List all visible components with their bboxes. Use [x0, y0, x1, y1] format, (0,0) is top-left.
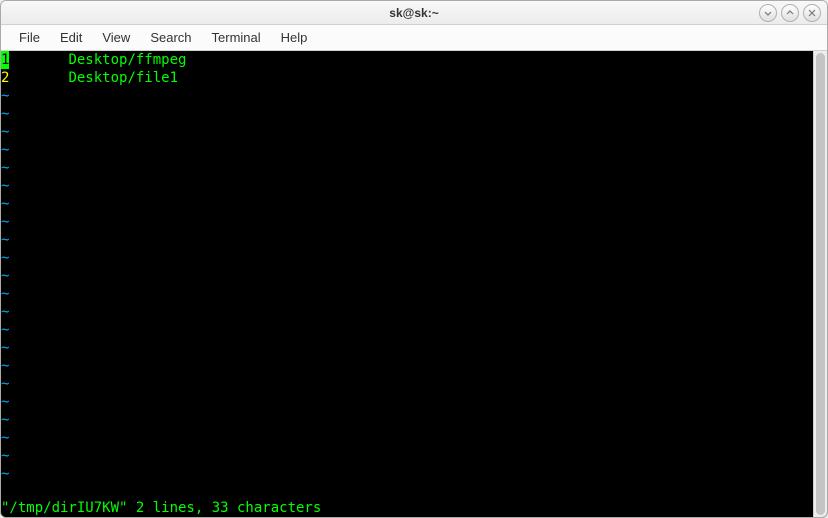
tilde-line: ~	[1, 141, 813, 159]
editor-line: 2 Desktop/file1	[1, 69, 813, 87]
menu-edit[interactable]: Edit	[50, 26, 92, 49]
tilde-line: ~	[1, 447, 813, 465]
scrollbar[interactable]	[813, 51, 827, 517]
line-number: 2	[1, 69, 9, 87]
tilde-line: ~	[1, 465, 813, 483]
tilde-line: ~	[1, 429, 813, 447]
tilde-line: ~	[1, 213, 813, 231]
scrollbar-thumb[interactable]	[816, 53, 825, 515]
tilde-line: ~	[1, 177, 813, 195]
close-button[interactable]	[803, 4, 821, 22]
tilde-line: ~	[1, 195, 813, 213]
tilde-line: ~	[1, 357, 813, 375]
menubar: File Edit View Search Terminal Help	[1, 25, 827, 51]
menu-terminal[interactable]: Terminal	[202, 26, 271, 49]
window-controls	[759, 4, 821, 22]
line-content: Desktop/file1	[68, 69, 178, 87]
tilde-line: ~	[1, 393, 813, 411]
tilde-line: ~	[1, 375, 813, 393]
tilde-line: ~	[1, 303, 813, 321]
terminal[interactable]: 1 Desktop/ffmpeg 2 Desktop/file1 ~ ~ ~ ~…	[1, 51, 813, 517]
tilde-line: ~	[1, 285, 813, 303]
tilde-line: ~	[1, 411, 813, 429]
maximize-button[interactable]	[781, 4, 799, 22]
tilde-line: ~	[1, 105, 813, 123]
tilde-line: ~	[1, 159, 813, 177]
tilde-line: ~	[1, 267, 813, 285]
minimize-button[interactable]	[759, 4, 777, 22]
window-frame: sk@sk:~ File Edit View Search Term	[0, 0, 828, 518]
editor-line: 1 Desktop/ffmpeg	[1, 51, 813, 69]
menu-help[interactable]: Help	[271, 26, 318, 49]
tilde-line: ~	[1, 123, 813, 141]
menu-file[interactable]: File	[9, 26, 50, 49]
tilde-line: ~	[1, 339, 813, 357]
minimize-icon	[763, 8, 773, 18]
tilde-line: ~	[1, 321, 813, 339]
tilde-line: ~	[1, 87, 813, 105]
close-icon	[807, 8, 817, 18]
tilde-line: ~	[1, 249, 813, 267]
line-number-cursor: 1	[1, 51, 9, 69]
maximize-icon	[785, 8, 795, 18]
status-line: "/tmp/dirIU7KW" 2 lines, 33 characters	[1, 499, 813, 517]
menu-search[interactable]: Search	[140, 26, 201, 49]
tilde-line: ~	[1, 231, 813, 249]
line-gap	[9, 51, 68, 69]
menu-view[interactable]: View	[92, 26, 140, 49]
titlebar: sk@sk:~	[1, 1, 827, 25]
window-title: sk@sk:~	[389, 6, 438, 20]
line-content: Desktop/ffmpeg	[68, 51, 186, 69]
terminal-area: 1 Desktop/ffmpeg 2 Desktop/file1 ~ ~ ~ ~…	[1, 51, 827, 517]
line-gap	[9, 69, 68, 87]
